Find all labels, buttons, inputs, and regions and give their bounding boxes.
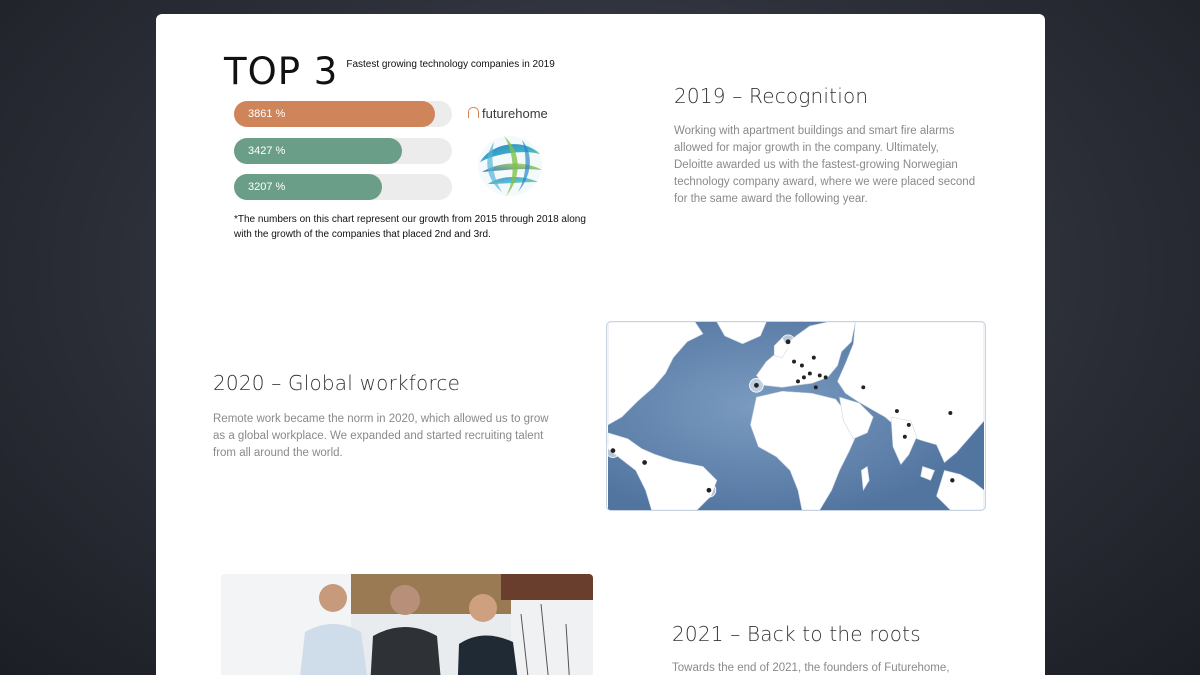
growth-bar-label-1: 3861 %	[248, 108, 286, 120]
growth-bar-1: 3861 %	[234, 101, 452, 127]
growth-bar-fill-3: 3207 %	[234, 174, 383, 200]
chart-footnote: *The numbers on this chart represent our…	[234, 214, 586, 240]
growth-bar-label-3: 3207 %	[248, 181, 286, 193]
futurehome-logo: futurehome	[468, 106, 548, 121]
body-2019: Working with apartment buildings and sma…	[674, 125, 976, 205]
top3-title: TOP 3	[224, 50, 339, 93]
award-globe-logo	[478, 136, 542, 196]
house-icon	[468, 107, 479, 118]
growth-bar-3: 3207 %	[234, 174, 452, 200]
content-card: TOP 3 Fastest growing technology compani…	[156, 14, 1045, 675]
founders-photo	[221, 574, 593, 675]
top3-subtitle: Fastest growing technology companies in …	[346, 59, 555, 70]
body-2020: Remote work became the norm in 2020, whi…	[213, 413, 549, 459]
growth-bar-fill-1: 3861 %	[234, 101, 435, 127]
top3-header: TOP 3 Fastest growing technology compani…	[224, 52, 555, 92]
body-2021: Towards the end of 2021, the founders of…	[672, 662, 950, 674]
growth-bar-fill-2: 3427 %	[234, 138, 402, 164]
futurehome-logo-text: futurehome	[482, 106, 548, 121]
growth-bar-2: 3427 %	[234, 138, 452, 164]
growth-bar-label-2: 3427 %	[248, 145, 286, 157]
heading-2021: 2021 – Back to the roots	[672, 622, 921, 646]
world-map	[606, 321, 986, 511]
heading-2019: 2019 – Recognition	[674, 84, 869, 108]
heading-2020: 2020 – Global workforce	[213, 371, 461, 395]
